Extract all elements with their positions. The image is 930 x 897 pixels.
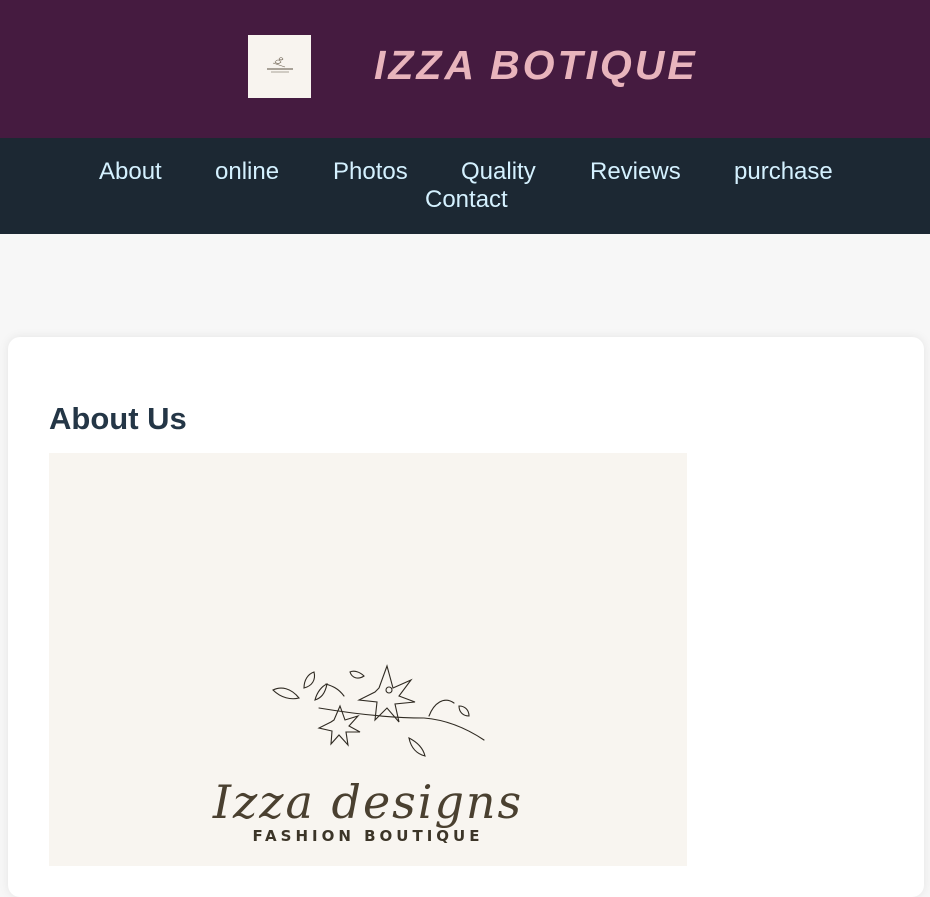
flower-icon — [272, 664, 485, 757]
nav-link-quality[interactable]: Quality — [461, 158, 536, 186]
site-title: IZZA BOTIQUE — [374, 42, 698, 88]
nav-link-about[interactable]: About — [99, 158, 162, 186]
nav-link-photos[interactable]: Photos — [333, 158, 408, 186]
about-heading: About Us — [49, 401, 187, 436]
nav-link-reviews[interactable]: Reviews — [590, 158, 681, 186]
nav-link-purchase[interactable]: purchase — [734, 158, 833, 186]
nav-link-online[interactable]: online — [215, 158, 279, 186]
about-image: Izza designs FASHION BOUTIQUE — [49, 453, 687, 866]
brand-script-text: Izza designs — [212, 775, 524, 829]
nav-link-contact[interactable]: Contact — [425, 186, 508, 214]
boutique-logo-icon[interactable] — [248, 35, 311, 98]
brand-tagline: FASHION BOUTIQUE — [252, 827, 484, 845]
main-nav: About online Photos Quality Reviews purc… — [0, 138, 930, 234]
site-header: IZZA BOTIQUE — [0, 0, 930, 138]
